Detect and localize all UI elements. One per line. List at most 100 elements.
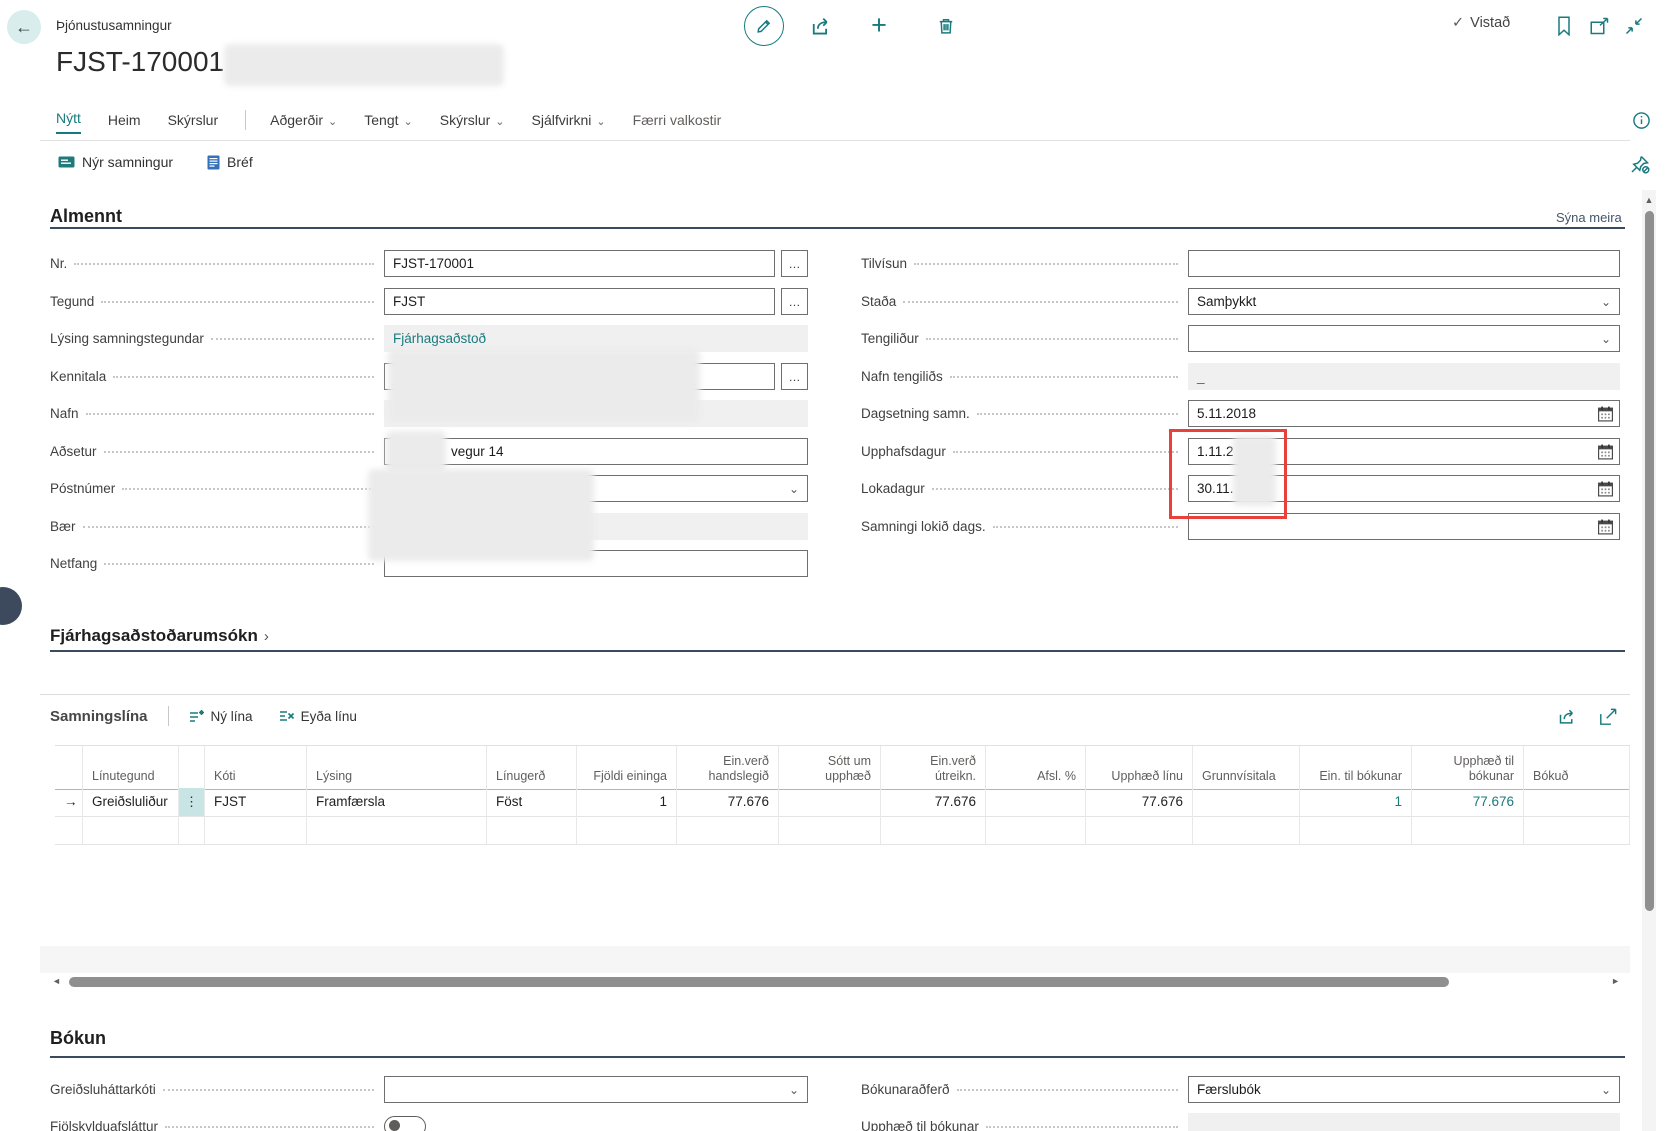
col-upphaed-til-bokunar[interactable]: Upphæð til bókunar xyxy=(1412,746,1524,789)
dotted-leader xyxy=(932,488,1178,490)
dagsetning-samn-field[interactable]: 5.11.2018 xyxy=(1188,400,1620,427)
expand-icon xyxy=(1599,707,1618,726)
vertical-scrollbar[interactable]: ▲ xyxy=(1642,190,1656,1131)
cell-bokud[interactable] xyxy=(1524,788,1630,816)
cell-linugerd[interactable]: Föst xyxy=(487,788,577,816)
show-more-link[interactable]: Sýna meira xyxy=(1556,210,1622,225)
bokunaradferd-field[interactable]: Færslubók⌄ xyxy=(1188,1076,1620,1103)
part-top-border xyxy=(40,694,1630,695)
chevron-down-icon[interactable]: ⌄ xyxy=(789,1084,799,1096)
col-lysing[interactable]: Lýsing xyxy=(307,746,487,789)
cell-einverd-handslegid[interactable]: 77.676 xyxy=(677,788,779,816)
tab-heim[interactable]: Heim xyxy=(108,112,141,134)
col-grunnvisitala[interactable]: Grunnvísitala xyxy=(1193,746,1300,789)
bookmark-button[interactable] xyxy=(1553,14,1575,38)
tilvisun-label: Tilvísun xyxy=(861,256,907,271)
check-icon: ✓ xyxy=(1452,15,1464,31)
cell-upphaed-linu[interactable]: 77.676 xyxy=(1086,788,1193,816)
new-contract-action[interactable]: Nýr samningur xyxy=(58,154,173,170)
vertical-scroll-thumb[interactable] xyxy=(1645,211,1654,911)
dagsetning-samn-label: Dagsetning samn. xyxy=(861,406,970,421)
horizontal-scroll-thumb[interactable] xyxy=(69,977,1449,987)
cell-sott-um-upphaed[interactable] xyxy=(779,788,881,816)
calendar-icon[interactable] xyxy=(1597,405,1614,422)
col-einverd-utreikn[interactable]: Ein.verð útreikn. xyxy=(881,746,986,789)
netfang-label: Netfang xyxy=(50,556,97,571)
new-button[interactable]: + xyxy=(866,10,892,40)
side-panel-handle[interactable] xyxy=(0,587,22,625)
nr-field[interactable]: FJST-170001 xyxy=(384,250,775,277)
chevron-down-icon[interactable]: ⌄ xyxy=(1601,1084,1611,1096)
adsetur-field[interactable]: vegur 14 xyxy=(384,438,808,465)
back-button[interactable]: ← xyxy=(7,10,41,44)
tegund-assist-button[interactable]: … xyxy=(781,288,808,315)
field-row-nr: Nr. FJST-170001… xyxy=(50,250,808,277)
menu-tengt[interactable]: Tengt⌄ xyxy=(364,112,412,134)
tilvisun-field[interactable] xyxy=(1188,250,1620,277)
col-sott-um-upphaed[interactable]: Sótt um upphæð xyxy=(779,746,881,789)
col-fjoldi-eininga[interactable]: Fjöldi eininga xyxy=(577,746,677,789)
chevron-down-icon[interactable]: ⌄ xyxy=(1601,333,1611,345)
menu-adgerdir[interactable]: Aðgerðir⌄ xyxy=(270,112,337,134)
menu-skyrslur-dropdown[interactable]: Skýrslur⌄ xyxy=(440,112,505,134)
fjolskylduafslattur-toggle[interactable] xyxy=(384,1116,426,1131)
cell-einverd-utreikn[interactable]: 77.676 xyxy=(881,788,986,816)
tengilidur-field[interactable]: ⌄ xyxy=(1188,325,1620,352)
nr-assist-button[interactable]: … xyxy=(781,250,808,277)
col-linutegund[interactable]: Línutegund xyxy=(83,746,179,789)
unpin-button[interactable] xyxy=(1628,152,1652,176)
col-ein-til-bokunar[interactable]: Ein. til bókunar xyxy=(1300,746,1412,789)
menu-sjalfvirkni[interactable]: Sjálfvirkni⌄ xyxy=(532,112,606,134)
chevron-down-icon[interactable]: ⌄ xyxy=(789,483,799,495)
field-row-tegund: Tegund FJST… xyxy=(50,288,808,315)
tab-nytt[interactable]: Nýtt xyxy=(56,110,81,134)
cell-koti[interactable]: FJST xyxy=(205,788,307,816)
greidsluhattarkoti-field[interactable]: ⌄ xyxy=(384,1076,808,1103)
highlight-box-dates xyxy=(1169,429,1287,519)
delete-line-button[interactable]: Eyða línu xyxy=(279,709,357,724)
calendar-icon[interactable] xyxy=(1597,480,1614,497)
letter-action[interactable]: Bréf xyxy=(207,154,253,170)
col-koti[interactable]: Kóti xyxy=(205,746,307,789)
scroll-left-arrow[interactable]: ◄ xyxy=(52,977,61,986)
stada-field[interactable]: Samþykkt⌄ xyxy=(1188,288,1620,315)
tab-skyrslur[interactable]: Skýrslur xyxy=(168,112,219,134)
open-in-new-window-button[interactable] xyxy=(1588,15,1612,37)
delete-button[interactable] xyxy=(934,14,958,38)
col-linugerd[interactable]: Línugerð xyxy=(487,746,577,789)
row-menu-button[interactable]: ⋮ xyxy=(179,788,205,816)
scroll-right-arrow[interactable]: ► xyxy=(1611,977,1620,986)
col-afsl[interactable]: Afsl. % xyxy=(986,746,1086,789)
col-bokud[interactable]: Bókuð xyxy=(1524,746,1630,789)
kennitala-assist-button[interactable]: … xyxy=(781,363,808,390)
tegund-field[interactable]: FJST xyxy=(384,288,775,315)
chevron-down-icon[interactable]: ⌄ xyxy=(1601,296,1611,308)
calendar-icon[interactable] xyxy=(1597,443,1614,460)
section-title-almennt: Almennt xyxy=(50,206,122,227)
menu-faerri-valkostir[interactable]: Færri valkostir xyxy=(633,112,722,134)
cell-afsl[interactable] xyxy=(986,788,1086,816)
lines-share-button[interactable] xyxy=(1556,705,1580,727)
new-line-button[interactable]: Ný lína xyxy=(189,709,253,724)
cell-upphaed-til-bokunar[interactable]: 77.676 xyxy=(1412,788,1524,816)
cell-linutegund[interactable]: Greiðsluliður xyxy=(83,788,179,816)
cell-fjoldi-eininga[interactable]: 1 xyxy=(577,788,677,816)
cell-ein-til-bokunar[interactable]: 1 xyxy=(1300,788,1412,816)
col-upphaed-linu[interactable]: Upphæð línu xyxy=(1086,746,1193,789)
calendar-icon[interactable] xyxy=(1597,518,1614,535)
cell-grunnvisitala[interactable] xyxy=(1193,788,1300,816)
page-caption: Þjónustusamningur xyxy=(56,18,172,33)
lines-expand-button[interactable] xyxy=(1596,705,1620,727)
table-row-empty[interactable] xyxy=(55,816,1630,845)
edit-button[interactable] xyxy=(744,6,784,46)
cell-lysing[interactable]: Framfærsla xyxy=(307,788,487,816)
section-title-fjarhagsadstodarumsokn[interactable]: Fjárhagsaðstoðarumsókn› xyxy=(50,626,269,646)
horizontal-scrollbar[interactable]: ◄ ► xyxy=(40,975,1630,988)
dotted-leader xyxy=(957,1089,1178,1091)
collapse-window-button[interactable] xyxy=(1622,15,1646,37)
info-button[interactable] xyxy=(1630,109,1652,131)
scroll-up-arrow[interactable]: ▲ xyxy=(1642,190,1656,205)
share-button[interactable] xyxy=(810,14,834,38)
col-einverd-handslegid[interactable]: Ein.verð handslegið xyxy=(677,746,779,789)
table-row[interactable]: → Greiðsluliður ⋮ FJST Framfærsla Föst 1… xyxy=(55,788,1630,817)
